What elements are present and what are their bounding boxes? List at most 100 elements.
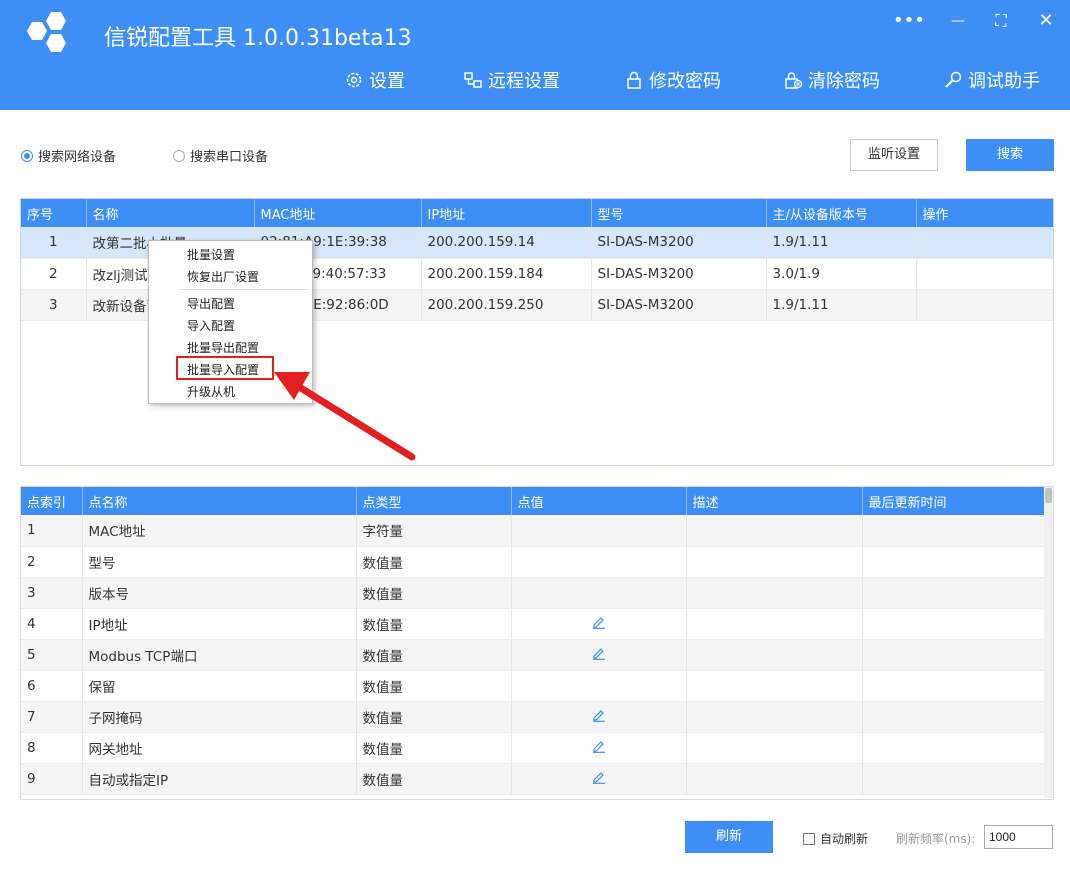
col-header[interactable]: 点值 <box>511 487 687 515</box>
cell-model: SI-DAS-M3200 <box>591 258 767 290</box>
cell-desc <box>686 763 863 795</box>
menu-item-import-config[interactable]: 导入配置 <box>187 317 235 334</box>
col-header[interactable]: 序号 <box>21 199 87 227</box>
cell-version: 1.9/1.11 <box>766 289 917 321</box>
points-scrollbar-thumb[interactable] <box>1045 488 1052 503</box>
cell-time <box>862 701 1045 733</box>
cell-point-name: MAC地址 <box>82 515 357 547</box>
nav-remote-settings-label: 远程设置 <box>488 71 560 92</box>
more-options-button[interactable]: ••• <box>893 8 925 34</box>
table-row[interactable]: 3 版本号 数值量 <box>21 577 1045 609</box>
menu-item-batch-settings[interactable]: 批量设置 <box>187 246 235 263</box>
col-header[interactable]: 名称 <box>86 199 255 227</box>
cell-point-value <box>511 670 687 702</box>
menu-item-factory-reset[interactable]: 恢复出厂设置 <box>187 268 259 285</box>
col-header[interactable]: 操作 <box>916 199 1053 227</box>
table-row[interactable]: 5 Modbus TCP端口 数值量 <box>21 639 1045 671</box>
cell-point-name: 版本号 <box>82 577 357 609</box>
cell-version: 3.0/1.9 <box>766 258 917 290</box>
table-row[interactable]: 1 MAC地址 字符量 <box>21 515 1045 547</box>
cell-point-type: 数值量 <box>356 608 512 640</box>
gear-icon <box>346 72 362 88</box>
col-header[interactable]: 点索引 <box>21 487 83 515</box>
cell-point-type: 字符量 <box>356 515 512 547</box>
edit-icon[interactable] <box>592 615 606 633</box>
table-row[interactable]: 8 网关地址 数值量 <box>21 732 1045 764</box>
col-header[interactable]: MAC地址 <box>254 199 422 227</box>
table-row[interactable]: 9 自动或指定IP 数值量 <box>21 763 1045 795</box>
cell-no: 1 <box>21 227 87 259</box>
clear-lock-icon <box>785 72 803 89</box>
refresh-button[interactable]: 刷新 <box>685 821 773 853</box>
cell-index: 4 <box>21 608 83 640</box>
cell-index: 3 <box>21 577 83 609</box>
table-row[interactable]: 2 型号 数值量 <box>21 546 1045 578</box>
cell-desc <box>686 670 863 702</box>
cell-op[interactable] <box>916 227 1053 259</box>
col-header[interactable]: 最后更新时间 <box>862 487 1045 515</box>
col-header[interactable]: IP地址 <box>421 199 592 227</box>
col-header[interactable]: 型号 <box>591 199 767 227</box>
edit-icon[interactable] <box>592 708 606 726</box>
table-row[interactable]: 7 子网掩码 数值量 <box>21 701 1045 733</box>
cell-point-value <box>511 515 687 547</box>
cell-point-value <box>511 763 687 795</box>
points-scrollbar[interactable] <box>1044 487 1053 798</box>
cell-point-value <box>511 639 687 671</box>
menu-item-export-config[interactable]: 导出配置 <box>187 295 235 312</box>
cell-time <box>862 546 1045 578</box>
menu-item-upgrade-slave[interactable]: 升级从机 <box>187 383 235 400</box>
maximize-button[interactable]: ⛶ <box>986 8 1016 34</box>
points-table-header: 点索引 点名称 点类型 点值 描述 最后更新时间 <box>21 487 1045 515</box>
cell-no: 2 <box>21 258 87 290</box>
refresh-rate-input[interactable]: 1000 <box>984 825 1053 849</box>
edit-icon[interactable] <box>592 646 606 664</box>
cell-index: 7 <box>21 701 83 733</box>
auto-refresh-checkbox[interactable]: 自动刷新 <box>803 830 868 847</box>
annotation-arrow-icon <box>274 372 416 461</box>
remote-icon <box>464 72 482 88</box>
auto-refresh-label: 自动刷新 <box>820 832 869 846</box>
refresh-rate-label: 刷新频率(ms): <box>896 832 976 846</box>
cell-op[interactable] <box>916 289 1053 321</box>
cell-ip: 200.200.159.14 <box>421 227 592 259</box>
close-button[interactable]: ✕ <box>1031 8 1061 34</box>
cell-op[interactable] <box>916 258 1053 290</box>
menu-separator <box>179 289 308 290</box>
cell-point-value <box>511 732 687 764</box>
cell-point-value <box>511 701 687 733</box>
monitor-settings-button[interactable]: 监听设置 <box>850 139 938 171</box>
cell-version: 1.9/1.11 <box>766 227 917 259</box>
cell-index: 6 <box>21 670 83 702</box>
col-header[interactable]: 点名称 <box>82 487 357 515</box>
table-row[interactable]: 6 保留 数值量 <box>21 670 1045 702</box>
minimize-button[interactable]: — <box>943 8 973 34</box>
nav-remote-settings[interactable]: 远程设置 <box>463 66 560 94</box>
search-serial-radio[interactable]: 搜索串口设备 <box>173 146 268 165</box>
edit-icon[interactable] <box>592 739 606 757</box>
points-table: 点索引 点名称 点类型 点值 描述 最后更新时间 1 MAC地址 字符量 2 型… <box>20 486 1054 800</box>
table-row[interactable]: 4 IP地址 数值量 <box>21 608 1045 640</box>
nav-clear-password[interactable]: 清除密码 <box>783 66 880 94</box>
col-header[interactable]: 描述 <box>686 487 863 515</box>
col-header[interactable]: 主/从设备版本号 <box>766 199 917 227</box>
nav-clear-password-label: 清除密码 <box>808 71 880 92</box>
app-title: 信锐配置工具 1.0.0.31beta13 <box>104 26 412 51</box>
nav-settings[interactable]: 设置 <box>344 66 405 94</box>
logo-icon <box>27 12 66 52</box>
nav-debug-assistant[interactable]: 调试助手 <box>943 66 1040 94</box>
cell-point-type: 数值量 <box>356 763 512 795</box>
cell-point-name: IP地址 <box>82 608 357 640</box>
cell-desc <box>686 515 863 547</box>
menu-item-batch-export-config[interactable]: 批量导出配置 <box>187 339 259 356</box>
edit-icon[interactable] <box>592 770 606 788</box>
cell-time <box>862 732 1045 764</box>
debug-icon <box>945 71 962 88</box>
search-network-radio[interactable]: 搜索网络设备 <box>21 146 116 165</box>
nav-change-password[interactable]: 修改密码 <box>624 66 721 94</box>
search-button[interactable]: 搜索 <box>966 139 1054 171</box>
cell-time <box>862 577 1045 609</box>
col-header[interactable]: 点类型 <box>356 487 512 515</box>
cell-index: 1 <box>21 515 83 547</box>
cell-point-name: Modbus TCP端口 <box>82 639 357 671</box>
